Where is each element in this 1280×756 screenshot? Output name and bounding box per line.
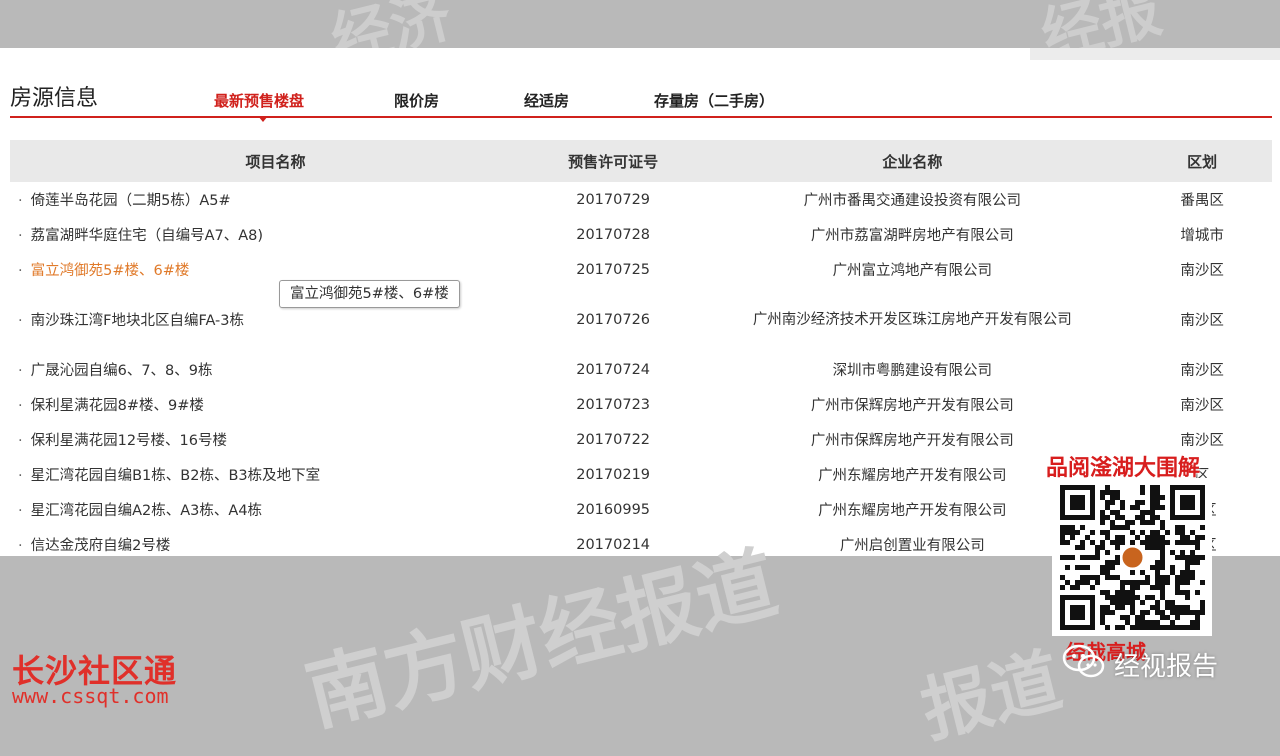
column-header-permit: 预售许可证号 — [568, 152, 659, 171]
bullet-icon: · — [18, 363, 23, 379]
column-header-project: 项目名称 — [245, 152, 306, 171]
project-link[interactable]: 保利星满花园8#楼、9#楼 — [31, 398, 204, 414]
table-row: · 南沙珠江湾F地块北区自编FA-3栋 20170726 广州南沙经济技术开发区珠… — [10, 287, 1272, 352]
project-link-hovered[interactable]: 富立鸿御苑5#楼、6#楼 — [31, 263, 190, 279]
brand-url: www.cssqt.com — [12, 684, 169, 708]
company-name: 广州南沙经济技术开发区珠江房地产开发有限公司 — [752, 311, 1072, 328]
panel-strip — [1030, 48, 1280, 60]
permit-number: 20170219 — [576, 466, 651, 483]
header-divider — [10, 116, 1272, 118]
company-name: 广州市荔富湖畔房地产有限公司 — [810, 228, 1014, 244]
project-link[interactable]: 倚莲半岛花园（二期5栋）A5# — [31, 193, 231, 209]
company-name: 广州富立鸿地产有限公司 — [832, 263, 993, 279]
permit-number: 20170725 — [576, 261, 651, 278]
column-header-company: 企业名称 — [882, 152, 943, 171]
permit-number: 20170728 — [576, 226, 651, 243]
project-link[interactable]: 保利星满花园12号楼、16号楼 — [31, 433, 227, 449]
district: 南沙区 — [1180, 313, 1224, 329]
bullet-icon: · — [18, 263, 23, 279]
project-link[interactable]: 信达金茂府自编2号楼 — [31, 538, 171, 554]
table-row: · 倚莲半岛花园（二期5栋）A5# 20170729 广州市番禺交通建设投资有限公… — [10, 182, 1272, 217]
permit-number: 20170729 — [576, 191, 651, 208]
permit-number: 20170724 — [576, 361, 651, 378]
watermark-bottom-right: 报道 — [913, 639, 1070, 753]
active-tab-caret-icon — [258, 116, 268, 122]
tab-price-limited[interactable]: 限价房 — [394, 90, 439, 111]
project-link[interactable]: 广晟沁园自编6、7、8、9栋 — [31, 363, 213, 379]
qr-code — [1052, 478, 1212, 636]
permit-number: 20170214 — [576, 536, 651, 553]
district: 南沙区 — [1180, 398, 1224, 414]
project-tooltip: 富立鸿御苑5#楼、6#楼 — [279, 280, 460, 308]
table-row: · 荔富湖畔华庭住宅（自编号A7、A8) 20170728 广州市荔富湖畔房地产有… — [10, 217, 1272, 252]
bullet-icon: · — [18, 468, 23, 484]
bullet-icon: · — [18, 228, 23, 244]
company-name: 广州市保辉房地产开发有限公司 — [810, 398, 1014, 414]
bullet-icon: · — [18, 313, 23, 329]
wechat-icon — [1062, 644, 1105, 678]
company-name: 深圳市粤鹏建设有限公司 — [832, 363, 993, 379]
bullet-icon: · — [18, 193, 23, 209]
table-row: · 保利星满花园8#楼、9#楼 20170723 广州市保辉房地产开发有限公司 南… — [10, 387, 1272, 422]
district: 南沙区 — [1180, 263, 1224, 279]
district: 南沙区 — [1180, 363, 1224, 379]
permit-number: 20170726 — [576, 311, 651, 328]
permit-number: 20160995 — [576, 501, 651, 518]
column-header-district: 区划 — [1187, 152, 1218, 171]
permit-number: 20170723 — [576, 396, 651, 413]
project-link[interactable]: 星汇湾花园自编A2栋、A3栋、A4栋 — [31, 503, 262, 519]
listing-header: 房源信息 最新预售楼盘 限价房 经适房 存量房（二手房） — [10, 80, 1272, 118]
project-link[interactable]: 南沙珠江湾F地块北区自编FA-3栋 — [31, 313, 244, 329]
tab-second-hand[interactable]: 存量房（二手房） — [654, 90, 774, 111]
tab-latest-presale[interactable]: 最新预售楼盘 — [214, 90, 304, 111]
brand-right-text: 经视报告 — [1114, 652, 1219, 682]
bullet-icon: · — [18, 433, 23, 449]
table-row: · 广晟沁园自编6、7、8、9栋 20170724 深圳市粤鹏建设有限公司 南沙区 — [10, 352, 1272, 387]
project-link[interactable]: 星汇湾花园自编B1栋、B2栋、B3栋及地下室 — [31, 468, 321, 484]
bullet-icon: · — [18, 503, 23, 519]
section-title: 房源信息 — [10, 86, 99, 111]
bullet-icon: · — [18, 538, 23, 554]
company-name: 广州市番禺交通建设投资有限公司 — [803, 193, 1022, 209]
tab-affordable[interactable]: 经适房 — [524, 90, 569, 111]
bullet-icon: · — [18, 398, 23, 414]
table-header-row: 项目名称 预售许可证号 企业名称 区划 — [10, 140, 1272, 182]
qr-code-icon — [1060, 485, 1205, 630]
table-row-hovered: · 富立鸿御苑5#楼、6#楼 20170725 广州富立鸿地产有限公司 南沙区 — [10, 252, 1272, 287]
project-link[interactable]: 荔富湖畔华庭住宅（自编号A7、A8) — [31, 228, 263, 244]
permit-number: 20170722 — [576, 431, 651, 448]
district: 增城市 — [1180, 228, 1224, 244]
district: 番禺区 — [1180, 193, 1224, 209]
